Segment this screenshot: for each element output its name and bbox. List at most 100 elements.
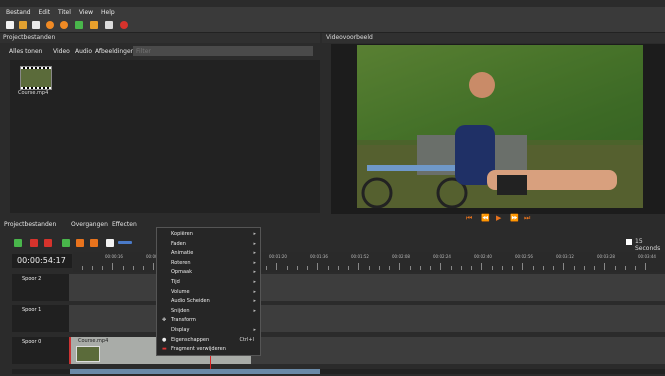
add-marker-icon[interactable] [62, 239, 70, 247]
ruler-tick [399, 263, 400, 270]
ruler-label: 00:03:12 [556, 254, 574, 259]
tab-project-files[interactable]: Projectbestanden [4, 219, 56, 231]
menu-edit[interactable]: Edit [39, 9, 51, 16]
open-project-icon[interactable] [19, 21, 27, 29]
ruler-tick [297, 266, 298, 270]
menu-item-snijden[interactable]: Snijden ▸ [157, 307, 260, 316]
filter-tab-audio[interactable]: Audio [75, 45, 92, 58]
submenu-arrow-icon: ▸ [253, 250, 256, 257]
jump-end-icon[interactable]: ⏭ [524, 214, 530, 223]
track-header[interactable]: Spoor 1 [12, 305, 69, 332]
zoom-slider[interactable] [118, 241, 132, 244]
menu-item-label: Roteren [171, 259, 191, 266]
menu-item-label: Snijden [171, 307, 190, 314]
razor-icon[interactable] [30, 239, 38, 247]
menu-shortcut: Ctrl+I [239, 336, 254, 343]
menu-item-opmaak[interactable]: Opmaak ▸ [157, 268, 260, 277]
ruler-tick [584, 266, 585, 270]
filter-tab-video[interactable]: Video [53, 45, 70, 58]
menu-item-display[interactable]: Display ▸ [157, 326, 260, 335]
menu-help[interactable]: Help [101, 9, 115, 16]
tab-transitions[interactable]: Overgangen [71, 219, 108, 231]
project-files-title: Projectbestanden [0, 33, 320, 43]
menu-item-eigenschappen[interactable]: ● Eigenschappen Ctrl+I [157, 336, 260, 345]
menu-item-animatie[interactable]: Animatie ▸ [157, 249, 260, 258]
ruler-tick [615, 266, 616, 270]
track-1[interactable]: Spoor 1 [12, 305, 665, 332]
ruler-tick [440, 263, 441, 270]
context-menu: Kopiëren ▸ Faden ▸ Animatie ▸ Roteren ▸ Opmaak ▸ T… [156, 227, 261, 356]
filter-tab-all[interactable]: Alles tonen [9, 45, 42, 58]
menu-item-label: Display [171, 327, 190, 333]
menu-titel[interactable]: Titel [58, 9, 71, 16]
ruler-label: 00:02:24 [433, 254, 451, 259]
ruler-label: 00:02:08 [392, 254, 410, 259]
menu-item-tijd[interactable]: Tijd ▸ [157, 278, 260, 287]
profile-icon[interactable] [90, 21, 98, 29]
rewind-icon[interactable]: ⏪ [481, 214, 490, 222]
add-track-icon[interactable] [14, 239, 22, 247]
ruler-tick [574, 266, 575, 270]
ruler-label: 00:01:20 [269, 254, 287, 259]
ruler-tick [481, 263, 482, 270]
ruler-tick [451, 266, 452, 270]
export-video-icon[interactable] [120, 21, 128, 29]
menu-item-audio-scheiden[interactable]: Audio Scheiden ▸ [157, 297, 260, 306]
delete-icon[interactable] [44, 239, 52, 247]
submenu-arrow-icon: ▸ [253, 240, 256, 247]
ruler-label: 00:02:56 [515, 254, 533, 259]
undo-icon[interactable] [46, 21, 54, 29]
ruler-tick [328, 266, 329, 270]
menu-item-faden[interactable]: Faden ▸ [157, 240, 260, 249]
move-icon: ✥ [162, 317, 167, 324]
seconds-checkbox[interactable] [626, 239, 632, 245]
ruler-tick [471, 266, 472, 270]
remove-icon: ▬ [162, 346, 167, 353]
fullscreen-icon[interactable] [105, 21, 113, 29]
timeline-scroll-thumb[interactable] [70, 369, 320, 374]
track-header[interactable]: Spoor 2 [12, 274, 69, 301]
menu-item-kopi-ren[interactable]: Kopiëren ▸ [157, 230, 260, 239]
redo-icon[interactable] [60, 21, 68, 29]
previous-marker-icon[interactable] [76, 239, 84, 247]
import-files-icon[interactable] [75, 21, 83, 29]
menu-item-transform[interactable]: ✥ Transform [157, 316, 260, 325]
play-icon[interactable]: ▶ [496, 214, 501, 222]
menu-item-label: Fragment verwijderen [171, 346, 226, 353]
menu-view[interactable]: View [79, 9, 93, 16]
track-header[interactable]: Spoor 0 [12, 337, 69, 364]
filter-tab-images[interactable]: Afbeeldingen [95, 45, 134, 58]
ruler-tick [522, 263, 523, 270]
menu-item-label: Faden [171, 240, 186, 247]
video-preview-title: Videovoorbeeld [322, 33, 665, 43]
menu-item-fragment-verwijderen[interactable]: ▬ Fragment verwijderen [157, 345, 260, 354]
clip-label: Course.mp4 [78, 338, 109, 344]
save-project-icon[interactable] [32, 21, 40, 29]
submenu-arrow-icon: ▸ [253, 259, 256, 266]
filter-input[interactable] [133, 46, 313, 56]
ruler-tick [317, 263, 318, 270]
ruler-tick [133, 266, 134, 270]
jump-start-icon[interactable]: ⏮ [466, 214, 472, 223]
track-2[interactable]: Spoor 2 [12, 274, 665, 301]
ruler-tick [389, 266, 390, 270]
submenu-arrow-icon: ▸ [253, 307, 256, 314]
fast-forward-icon[interactable]: ⏩ [510, 214, 519, 222]
timecode-display: 00:00:54:17 [12, 254, 72, 268]
track-name: Spoor 1 [22, 307, 42, 313]
ruler-tick [143, 266, 144, 270]
new-project-icon[interactable] [6, 21, 14, 29]
video-frame [357, 45, 643, 208]
menu-item-volume[interactable]: Volume ▸ [157, 288, 260, 297]
ruler-tick [625, 266, 626, 270]
file-thumbnail[interactable] [20, 66, 52, 90]
ruler-tick [92, 266, 93, 270]
ruler-tick [635, 266, 636, 270]
next-marker-icon[interactable] [90, 239, 98, 247]
snap-icon[interactable] [106, 239, 114, 247]
menu-item-roteren[interactable]: Roteren ▸ [157, 259, 260, 268]
ruler-tick [102, 266, 103, 270]
menu-bestand[interactable]: Bestand [6, 9, 31, 16]
ruler-tick [369, 266, 370, 270]
tab-effects[interactable]: Effecten [112, 219, 137, 231]
